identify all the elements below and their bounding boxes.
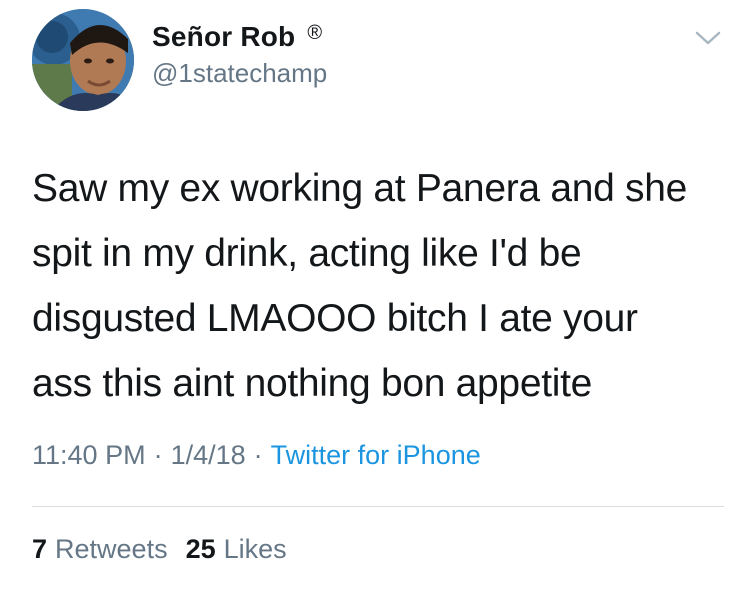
retweets-label: Retweets bbox=[55, 534, 168, 564]
tweet-text-line: disgusted LMAOOO bitch I ate your bbox=[32, 297, 638, 340]
retweets-stat[interactable]: 7 Retweets bbox=[32, 534, 168, 565]
tweet-text: Saw my ex working at Panera and she spit… bbox=[32, 156, 732, 416]
engagement-stats: 7 Retweets 25 Likes bbox=[32, 534, 287, 565]
tweet-text-line: spit in my drink, acting like I'd be bbox=[32, 232, 582, 275]
user-handle[interactable]: @1statechamp bbox=[152, 58, 327, 89]
tweet-metadata: 11:40 PM · 1/4/18 · Twitter for iPhone bbox=[32, 440, 481, 471]
separator-dot: · bbox=[253, 440, 263, 470]
display-name[interactable]: Señor Rob bbox=[152, 21, 295, 53]
tweet-source-link[interactable]: Twitter for iPhone bbox=[271, 440, 481, 471]
tweet-date[interactable]: 1/4/18 bbox=[171, 440, 246, 471]
tweet-card: Señor Rob ® @1statechamp Saw my ex worki… bbox=[0, 0, 750, 594]
tweet-text-line: ass this aint nothing bon appetite bbox=[32, 362, 593, 405]
registered-mark-icon: ® bbox=[307, 22, 323, 44]
separator-dot: · bbox=[153, 440, 163, 470]
retweets-count: 7 bbox=[32, 534, 48, 564]
tweet-text-line: Saw my ex working at Panera and she bbox=[32, 167, 688, 210]
avatar[interactable] bbox=[32, 9, 134, 111]
chevron-down-icon[interactable] bbox=[694, 28, 722, 48]
likes-label: Likes bbox=[223, 534, 287, 564]
divider bbox=[32, 506, 724, 507]
author-name-row: Señor Rob ® bbox=[152, 20, 322, 54]
likes-stat[interactable]: 25 Likes bbox=[186, 534, 287, 565]
tweet-time[interactable]: 11:40 PM bbox=[32, 440, 146, 471]
likes-count: 25 bbox=[185, 534, 216, 564]
